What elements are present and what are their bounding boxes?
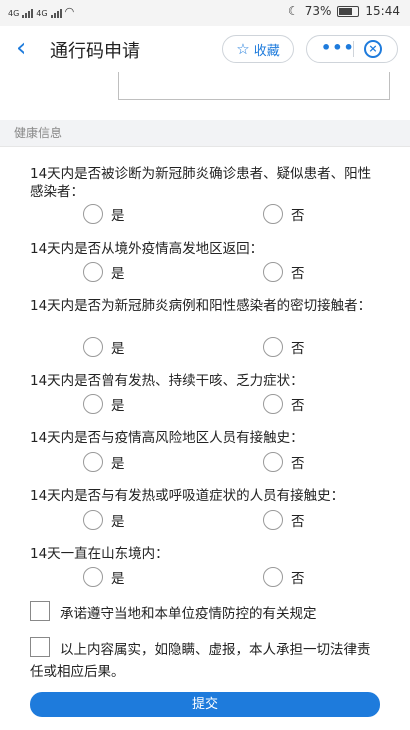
favorite-button[interactable]: ☆ 收藏 (222, 35, 294, 63)
radio-button[interactable] (83, 337, 103, 357)
option-label: 是 (111, 456, 125, 472)
option-no[interactable]: 否 (263, 204, 305, 224)
question-fever-contact: 14天内是否与有发热或呼吸道症状的人员有接触史： (30, 488, 345, 504)
network-type-1: 4G (8, 9, 20, 18)
radio-button[interactable] (83, 262, 103, 282)
close-icon[interactable]: × (364, 40, 382, 58)
question-high-risk-contact: 14天内是否与疫情高风险地区人员有接触史： (30, 430, 304, 446)
text-area[interactable] (118, 72, 390, 100)
agreement-text: 承诺遵守当地和本单位疫情防控的有关规定 (60, 606, 317, 622)
radio-button[interactable] (263, 567, 283, 587)
radio-button[interactable] (263, 394, 283, 414)
option-yes[interactable]: 是 (83, 452, 125, 472)
battery-percent: 73% (304, 4, 332, 18)
radio-button[interactable] (83, 452, 103, 472)
radio-button[interactable] (83, 510, 103, 530)
option-yes[interactable]: 是 (83, 567, 125, 587)
more-icon[interactable]: ••• (321, 38, 355, 57)
option-no[interactable]: 否 (263, 452, 305, 472)
wifi-icon: ◠ (64, 5, 75, 18)
question-symptoms: 14天内是否曾有发热、持续干咳、乏力症状： (30, 373, 304, 389)
agreement-row: 承诺遵守当地和本单位疫情防控的有关规定 (30, 601, 382, 627)
page-title: 通行码申请 (50, 41, 140, 62)
question-in-shandong: 14天一直在山东境内： (30, 546, 169, 562)
option-label: 否 (291, 571, 305, 587)
radio-button[interactable] (263, 204, 283, 224)
option-yes[interactable]: 是 (83, 204, 125, 224)
option-label: 是 (111, 208, 125, 224)
clock: 15:44 (365, 4, 400, 18)
radio-button[interactable] (263, 262, 283, 282)
option-no[interactable]: 否 (263, 337, 305, 357)
section-title: 健康信息 (0, 120, 410, 146)
option-label: 否 (291, 398, 305, 414)
option-yes[interactable]: 是 (83, 262, 125, 282)
option-no[interactable]: 否 (263, 510, 305, 530)
declaration-text: 以上内容属实，如隐瞒、虚报，本人承担一切法律责任或相应后果。 (30, 642, 371, 680)
radio-button[interactable] (83, 567, 103, 587)
mini-program-capsule: ••• × (306, 35, 398, 63)
question-close-contact: 14天内是否为新冠肺炎病例和阳性感染者的密切接触者： (30, 298, 372, 314)
option-yes[interactable]: 是 (83, 394, 125, 414)
option-label: 是 (111, 341, 125, 357)
option-label: 否 (291, 266, 305, 282)
radio-button[interactable] (83, 394, 103, 414)
radio-button[interactable] (263, 337, 283, 357)
signal-icon-2 (50, 8, 62, 18)
option-yes[interactable]: 是 (83, 510, 125, 530)
divider (0, 146, 410, 147)
option-label: 是 (111, 266, 125, 282)
option-label: 是 (111, 398, 125, 414)
radio-button[interactable] (263, 452, 283, 472)
option-label: 是 (111, 571, 125, 587)
question-diagnosed: 14天内是否被诊断为新冠肺炎确诊患者、疑似患者、阳性感染者： (30, 166, 372, 200)
back-icon[interactable]: ‹ (16, 34, 26, 62)
nav-bar: ‹ 通行码申请 ☆ 收藏 ••• × (0, 26, 410, 72)
radio-button[interactable] (83, 204, 103, 224)
radio-button[interactable] (263, 510, 283, 530)
network-type-2: 4G (36, 9, 48, 18)
signal-icon (22, 8, 34, 18)
battery-icon (337, 5, 360, 17)
status-bar: 4G 4G ◠ ☾ 73% 15:44 (0, 0, 410, 26)
submit-button[interactable]: 提交 (30, 692, 380, 717)
option-label: 否 (291, 514, 305, 530)
option-yes[interactable]: 是 (83, 337, 125, 357)
option-label: 否 (291, 341, 305, 357)
declaration-row: 以上内容属实，如隐瞒、虚报，本人承担一切法律责任或相应后果。 (30, 637, 382, 685)
star-icon: ☆ (236, 40, 250, 58)
moon-icon: ☾ (287, 4, 299, 18)
favorite-label: 收藏 (253, 43, 280, 59)
option-no[interactable]: 否 (263, 394, 305, 414)
capsule-divider (353, 41, 354, 57)
option-no[interactable]: 否 (263, 567, 305, 587)
agreement-checkbox[interactable] (30, 601, 50, 621)
option-no[interactable]: 否 (263, 262, 305, 282)
option-label: 否 (291, 456, 305, 472)
option-label: 否 (291, 208, 305, 224)
signal-indicators: 4G 4G ◠ (8, 5, 74, 18)
option-label: 是 (111, 514, 125, 530)
question-returned-abroad: 14天内是否从境外疫情高发地区返回： (30, 241, 264, 257)
